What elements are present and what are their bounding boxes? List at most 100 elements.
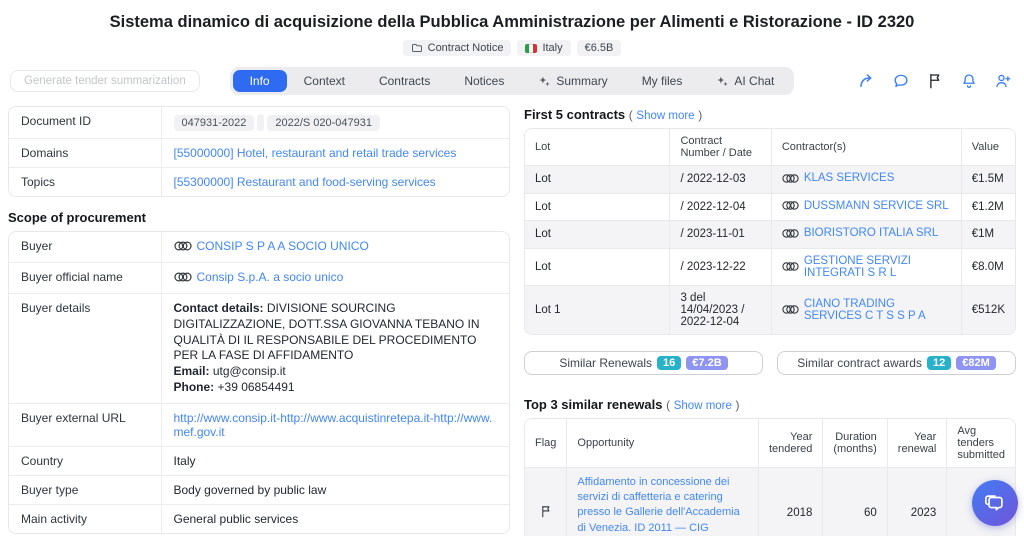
similar-renewals-button[interactable]: Similar Renewals 16 €7.2B: [524, 351, 763, 375]
notice-type-badge: Contract Notice: [403, 40, 512, 56]
field-label: Buyer details: [9, 294, 161, 404]
field-label: Main activity: [9, 504, 161, 533]
main-activity-value: General public services: [161, 504, 509, 533]
contract-row: Lot / 2022-12-03 KLAS SERVICES €1.5M: [525, 166, 1015, 194]
comment-icon[interactable]: [891, 72, 910, 91]
row-buyer-external-url: Buyer external URL http://www.consip.it-…: [9, 403, 509, 446]
organization-rings-icon: [782, 304, 799, 315]
row-topics: Topics [55300000] Restaurant and food-se…: [9, 168, 509, 197]
field-label: Topics: [9, 168, 161, 197]
contractor-link[interactable]: CIANO TRADING SERVICES C T S S P A: [804, 298, 951, 322]
opportunity-link[interactable]: Affidamento in concessione dei servizi d…: [577, 476, 739, 536]
field-label: Buyer type: [9, 475, 161, 504]
chat-bubbles-icon: [984, 492, 1006, 514]
row-country: Country Italy: [9, 446, 509, 475]
scope-card: Buyer CONSIP S P A A SOCIO UNICO Buyer o…: [8, 231, 510, 534]
contractor-link[interactable]: GESTIONE SERVIZI INTEGRATI S R L: [804, 255, 951, 279]
action-icons: [857, 72, 1012, 91]
tab-ai-chat[interactable]: AI Chat: [699, 70, 791, 92]
country-badge: Italy: [517, 40, 570, 56]
field-label: Domains: [9, 139, 161, 168]
tab-context[interactable]: Context: [287, 70, 362, 92]
italy-flag-icon: [525, 44, 537, 53]
buyer-official-name-link[interactable]: Consip S.p.A. a socio unico: [197, 270, 344, 284]
contract-row: Lot / 2023-12-22 GESTIONE SERVIZI INTEGR…: [525, 248, 1015, 285]
document-id-chip: 047931-2022: [174, 115, 255, 131]
row-buyer: Buyer CONSIP S P A A SOCIO UNICO: [9, 232, 509, 263]
contract-value: €1.2M: [961, 193, 1015, 221]
row-buyer-official-name: Buyer official name Consip S.p.A. a soci…: [9, 263, 509, 294]
organization-rings-icon: [782, 228, 799, 239]
contract-value: €1M: [961, 221, 1015, 249]
field-label: Buyer: [9, 232, 161, 263]
page-title: Sistema dinamico di acquisizione della P…: [0, 13, 1024, 32]
badge-row: Contract Notice Italy €6.5B: [0, 40, 1024, 56]
buyer-external-url-link[interactable]: http://www.consip.it-http://www.acquisti…: [174, 411, 493, 439]
renewals-heading: Top 3 similar renewals ( Show more ): [524, 397, 1016, 412]
toolbar: Generate tender summarization Info Conte…: [0, 66, 1024, 96]
chat-fab-button[interactable]: [972, 480, 1018, 526]
contractor-link[interactable]: KLAS SERVICES: [804, 172, 895, 184]
count-badge: 12: [927, 356, 951, 370]
tender-detail-page: Sistema dinamico di acquisizione della P…: [0, 0, 1024, 536]
buyer-link[interactable]: CONSIP S P A A SOCIO UNICO: [197, 239, 369, 253]
contract-value: €1.5M: [961, 166, 1015, 194]
domain-link[interactable]: [55000000] Hotel, restaurant and retail …: [174, 146, 457, 160]
folder-icon: [411, 42, 423, 54]
organization-rings-icon: [782, 173, 799, 184]
field-label: Buyer external URL: [9, 403, 161, 446]
chip-separator: [257, 114, 264, 131]
buyer-type-value: Body governed by public law: [161, 475, 509, 504]
add-user-icon[interactable]: [993, 72, 1012, 91]
renewals-header-row: Flag Opportunity Year tendered Duration …: [525, 419, 1015, 468]
right-column: First 5 contracts ( Show more ) Lot Cont…: [524, 106, 1016, 536]
contract-value: €8.0M: [961, 248, 1015, 285]
field-label: Buyer official name: [9, 263, 161, 294]
left-column: Document ID 047931-2022 2022/S 020-047931…: [8, 106, 510, 534]
row-domains: Domains [55000000] Hotel, restaurant and…: [9, 139, 509, 168]
contractor-link[interactable]: DUSSMANN SERVICE SRL: [804, 200, 949, 212]
contracts-header-row: Lot Contract Number / Date Contractor(s)…: [525, 129, 1015, 166]
field-label: Document ID: [9, 107, 161, 139]
tender-value-badge: €6.5B: [577, 40, 622, 56]
row-main-activity: Main activity General public services: [9, 504, 509, 533]
tab-notices[interactable]: Notices: [447, 70, 521, 92]
tab-contracts[interactable]: Contracts: [362, 70, 447, 92]
country-value: Italy: [161, 446, 509, 475]
tab-summary[interactable]: Summary: [521, 70, 624, 92]
share-icon[interactable]: [857, 72, 876, 91]
contract-row: Lot 1 3 del 14/04/2023 / 2022-12-04 CIAN…: [525, 285, 1015, 334]
flag-icon[interactable]: [925, 72, 944, 91]
tab-bar: Info Context Contracts Notices Summary M…: [230, 67, 795, 95]
topic-link[interactable]: [55300000] Restaurant and food-serving s…: [174, 175, 436, 189]
bell-icon[interactable]: [959, 72, 978, 91]
renewal-row: Affidamento in concessione dei servizi d…: [525, 467, 1015, 536]
organization-rings-icon: [782, 261, 799, 272]
organization-rings-icon: [782, 200, 799, 211]
amount-badge: €7.2B: [686, 356, 727, 370]
similar-contract-awards-button[interactable]: Similar contract awards 12 €82M: [777, 351, 1016, 375]
renewals-card: Flag Opportunity Year tendered Duration …: [524, 418, 1016, 536]
row-buyer-details: Buyer details Contact details: DIVISIONE…: [9, 294, 509, 404]
contracts-show-more-link[interactable]: Show more: [636, 110, 694, 122]
tab-info[interactable]: Info: [233, 70, 287, 92]
buyer-details-value: Contact details: DIVISIONE SOURCING DIGI…: [161, 294, 509, 404]
sparkles-icon: [716, 75, 729, 88]
generate-summarization-button[interactable]: Generate tender summarization: [10, 70, 200, 92]
count-badge: 16: [657, 356, 681, 370]
tab-my-files[interactable]: My files: [625, 70, 700, 92]
document-id-chip: 2022/S 020-047931: [267, 115, 380, 131]
organization-rings-icon: [174, 240, 192, 252]
contract-value: €512K: [961, 285, 1015, 334]
renewals-show-more-link[interactable]: Show more: [674, 400, 732, 412]
sparkles-icon: [538, 75, 551, 88]
row-document-id: Document ID 047931-2022 2022/S 020-047931: [9, 107, 509, 139]
field-label: Country: [9, 446, 161, 475]
contract-row: Lot / 2023-11-01 BIORISTORO ITALIA SRL €…: [525, 221, 1015, 249]
similar-buttons-row: Similar Renewals 16 €7.2B Similar contra…: [524, 351, 1016, 375]
flag-icon[interactable]: [539, 504, 553, 519]
scope-heading: Scope of procurement: [8, 210, 510, 225]
contractor-link[interactable]: BIORISTORO ITALIA SRL: [804, 227, 938, 239]
contracts-heading: First 5 contracts ( Show more ): [524, 107, 1016, 122]
contract-row: Lot / 2022-12-04 DUSSMANN SERVICE SRL €1…: [525, 193, 1015, 221]
